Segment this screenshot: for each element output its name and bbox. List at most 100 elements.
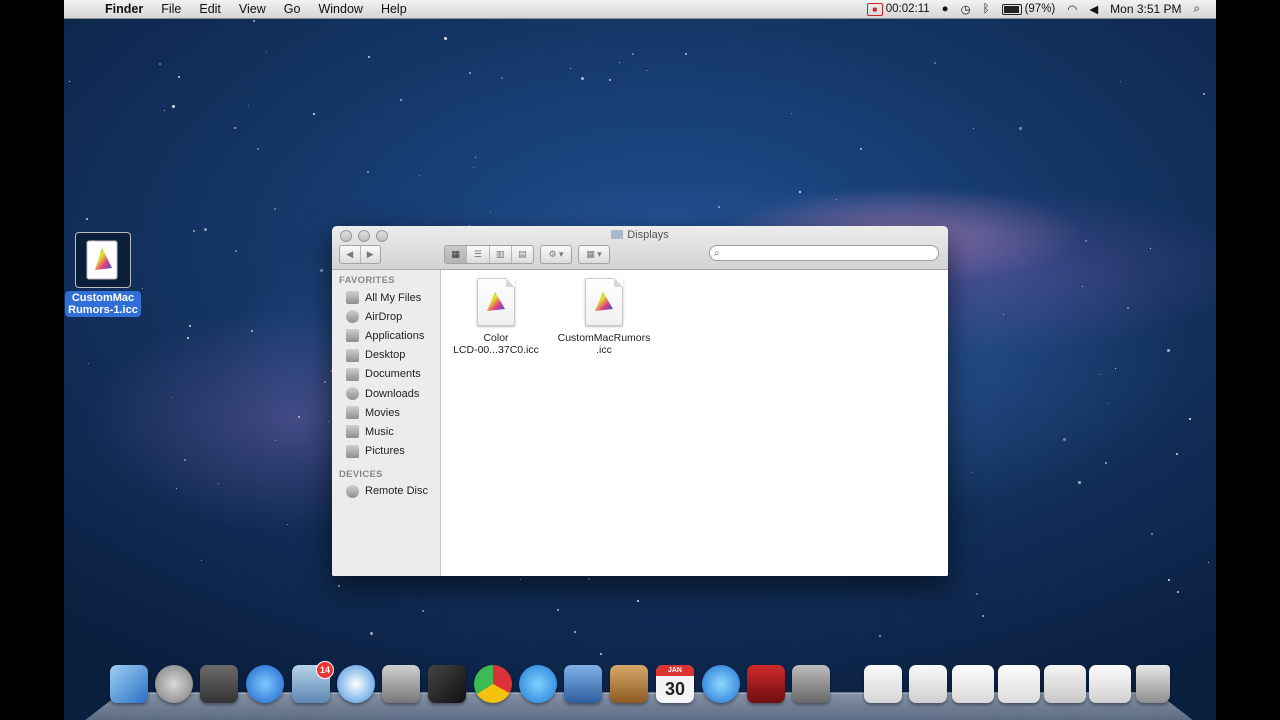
sidebar-item-label: Remote Disc: [365, 485, 428, 498]
wifi-icon[interactable]: ◠: [1061, 2, 1083, 16]
recording-icon: ■: [866, 2, 883, 16]
action-menu-button[interactable]: ⚙ ▾: [540, 245, 572, 264]
star: [1115, 368, 1116, 369]
battery-status[interactable]: (97%): [996, 3, 1062, 15]
system-preferences-dock-icon[interactable]: [792, 665, 830, 703]
window-thumbnail-4[interactable]: [1089, 665, 1131, 703]
star: [86, 218, 88, 220]
preview-dock-icon[interactable]: [909, 665, 947, 703]
star: [172, 397, 173, 398]
file-item[interactable]: CustomMacRumors .icc: [549, 278, 659, 356]
icon-view-button[interactable]: ▦: [445, 246, 468, 263]
spotlight-icon[interactable]: ⌕: [1188, 3, 1206, 16]
itunes-dock-icon[interactable]: [702, 665, 740, 703]
star: [313, 113, 315, 115]
star: [324, 381, 326, 383]
star: [328, 421, 329, 422]
launchpad-dock-icon[interactable]: [155, 665, 193, 703]
menu-help[interactable]: Help: [372, 0, 416, 18]
star: [176, 488, 177, 489]
back-forward-buttons: ◀ ▶: [339, 245, 381, 264]
column-view-button[interactable]: ▥: [490, 246, 512, 263]
mail-badge: 14: [316, 661, 334, 679]
desktop-file-label[interactable]: CustomMacRumors-1.icc: [65, 291, 141, 317]
remote-disc-icon: [346, 484, 359, 498]
finder-dock-icon[interactable]: [110, 665, 148, 703]
desktop-icon: [346, 348, 359, 362]
star: [1107, 403, 1108, 404]
file-name-line2: LCD-00...37C0.icc: [453, 344, 539, 356]
screen-recording-status[interactable]: ■ 00:02:11: [861, 2, 936, 16]
messages-dock-icon[interactable]: [519, 665, 557, 703]
sidebar-item-documents[interactable]: Documents: [332, 365, 440, 384]
facetime-dock-icon[interactable]: [382, 665, 420, 703]
sidebar-item-music[interactable]: Music: [332, 422, 440, 441]
bluetooth-icon[interactable]: ᛒ: [977, 3, 996, 15]
menu-bar: Finder File Edit View Go Window Help ■ 0…: [64, 0, 1216, 19]
window-thumbnail-1[interactable]: [952, 665, 994, 703]
window-thumbnail-2[interactable]: [998, 665, 1040, 703]
safari-dock-icon[interactable]: [337, 665, 375, 703]
menu-go[interactable]: Go: [275, 0, 310, 18]
star: [248, 105, 249, 106]
calendar-day: 30: [664, 679, 686, 699]
dashboard-dock-icon[interactable]: [564, 665, 602, 703]
sidebar-item-airdrop[interactable]: AirDrop: [332, 307, 440, 326]
star: [976, 593, 978, 595]
star: [251, 330, 253, 332]
calendar-dock-icon[interactable]: JAN 30: [656, 665, 694, 703]
sidebar-item-applications[interactable]: Applications: [332, 326, 440, 345]
sidebar-item-remote-disc[interactable]: Remote Disc: [332, 482, 440, 501]
mission-control-dock-icon[interactable]: [200, 665, 238, 703]
sidebar-item-label: Downloads: [365, 387, 420, 400]
menu-view[interactable]: View: [230, 0, 275, 18]
final-cut-dock-icon[interactable]: [428, 665, 466, 703]
star: [184, 459, 186, 461]
star: [469, 72, 471, 74]
battery-icon: [1001, 3, 1022, 15]
volume-icon[interactable]: ◀: [1083, 2, 1104, 16]
star: [1203, 93, 1205, 95]
menu-edit[interactable]: Edit: [190, 0, 230, 18]
contacts-dock-icon[interactable]: [610, 665, 648, 703]
clock[interactable]: Mon 3:51 PM: [1104, 2, 1187, 16]
menu-finder[interactable]: Finder: [96, 0, 152, 18]
list-view-button[interactable]: ☰: [467, 246, 490, 263]
photo-booth-dock-icon[interactable]: [747, 665, 785, 703]
file-area: Color LCD-00...37C0.icc CustomMacRumors …: [441, 270, 948, 576]
time-machine-icon[interactable]: ◷: [955, 2, 977, 16]
menu-window[interactable]: Window: [309, 0, 371, 18]
sidebar-item-movies[interactable]: Movies: [332, 403, 440, 422]
star: [581, 77, 584, 80]
back-button[interactable]: ◀: [340, 246, 361, 263]
star: [1208, 562, 1209, 563]
chrome-dock-icon[interactable]: [474, 665, 512, 703]
star: [444, 37, 447, 40]
trash-dock-icon[interactable]: [1136, 665, 1170, 703]
star: [879, 635, 881, 637]
star: [570, 68, 571, 69]
notification-icon[interactable]: ●: [936, 3, 955, 15]
sidebar-item-all-my-files[interactable]: All My Files: [332, 288, 440, 307]
mail-dock-icon[interactable]: 14: [292, 661, 334, 703]
sidebar-item-downloads[interactable]: Downloads: [332, 384, 440, 403]
sidebar-item-label: AirDrop: [365, 310, 403, 323]
file-name-line1: CustomMacRumors: [557, 332, 651, 344]
file-item[interactable]: Color LCD-00...37C0.icc: [441, 278, 551, 356]
search-field[interactable]: ⌕: [709, 245, 939, 261]
finder-sidebar: FAVORITES All My Files AirDrop Applicati…: [332, 270, 441, 576]
search-icon: ⌕: [714, 248, 720, 259]
app-store-dock-icon[interactable]: [246, 665, 284, 703]
menu-file[interactable]: File: [152, 0, 190, 18]
forward-button[interactable]: ▶: [361, 246, 381, 263]
sidebar-item-desktop[interactable]: Desktop: [332, 346, 440, 365]
document-dock-icon[interactable]: [864, 665, 902, 703]
star: [1003, 314, 1004, 315]
desktop-file-icon[interactable]: CustomMacRumors-1.icc: [64, 232, 142, 318]
star: [368, 56, 370, 58]
star: [588, 578, 590, 580]
window-thumbnail-3[interactable]: [1044, 665, 1086, 703]
sidebar-item-pictures[interactable]: Pictures: [332, 442, 440, 461]
arrange-menu-button[interactable]: ▦ ▾: [578, 245, 610, 264]
coverflow-view-button[interactable]: ▤: [512, 246, 533, 263]
